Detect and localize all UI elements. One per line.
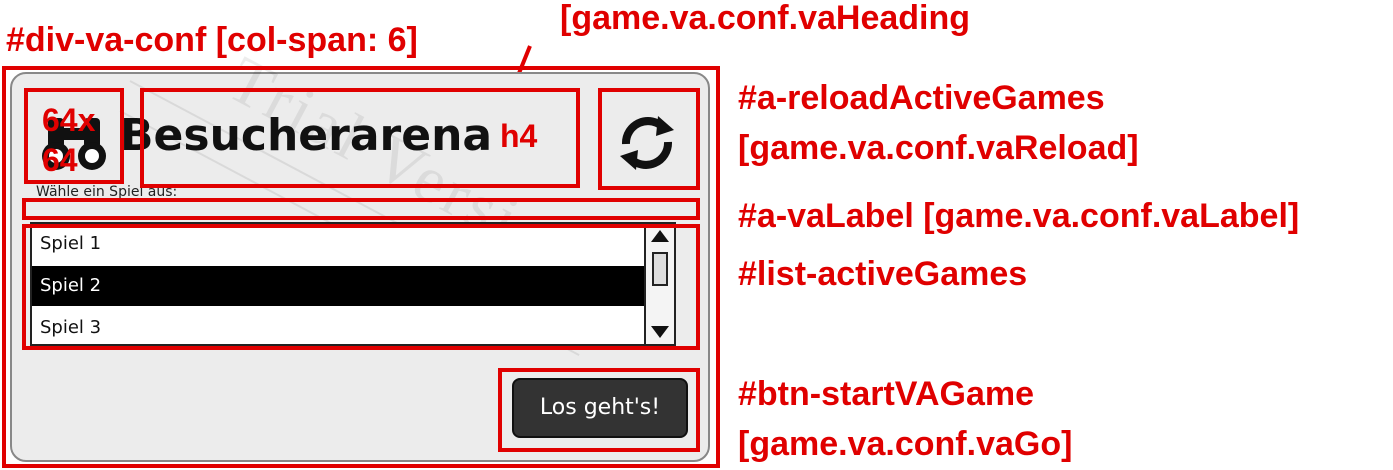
heading-tag-annotation: h4 (500, 118, 538, 154)
div-va-conf-annotation: #div-va-conf [col-span: 6] (6, 21, 418, 59)
icon-size-annotation: 64 (42, 142, 78, 178)
reload-key-annotation: [game.va.conf.vaReload] (738, 129, 1139, 167)
va-heading-annotation: [game.va.conf.vaHeading (560, 0, 971, 37)
button-box (498, 368, 700, 452)
btn-id-annotation: #btn-startVAGame (738, 375, 1034, 413)
list-box (22, 224, 700, 350)
reload-id-annotation: #a-reloadActiveGames (738, 79, 1105, 117)
icon-size-annotation: 64x (42, 102, 96, 138)
btn-key-annotation: [game.va.conf.vaGo] (738, 425, 1073, 463)
list-annotation: #list-activeGames (738, 255, 1028, 293)
label-annotation: #a-vaLabel [game.va.conf.vaLabel] (738, 197, 1300, 235)
label-box (22, 198, 700, 220)
reload-box (598, 88, 700, 190)
